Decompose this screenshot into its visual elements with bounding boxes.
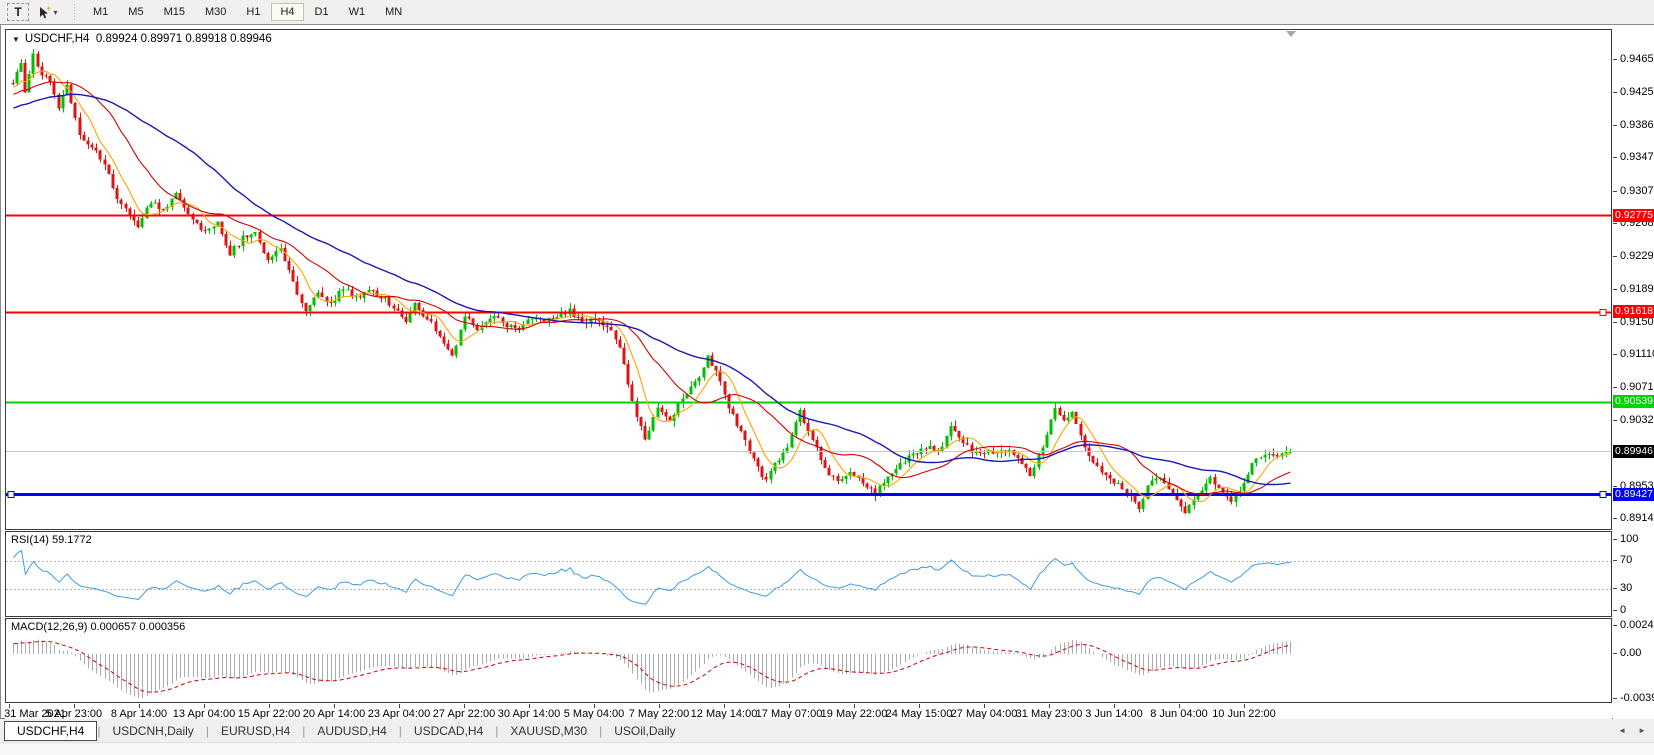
price-axis-tick — [1613, 322, 1617, 323]
text-tool-button[interactable]: T — [7, 3, 29, 21]
level-price-badge: 0.90539 — [1613, 395, 1654, 408]
price-axis-label: 0.91890 — [1620, 283, 1654, 295]
timeframe-button-m15[interactable]: M15 — [155, 3, 194, 21]
tab-scroll-left-icon[interactable]: ◄ — [1618, 726, 1626, 735]
chart-tab-eurusd[interactable]: EURUSD,H4 — [209, 721, 302, 741]
price-axis-label: 0.94650 — [1620, 53, 1654, 65]
price-axis-tick — [1613, 59, 1617, 60]
price-axis[interactable]: 0.946500.942500.938600.934700.930700.926… — [1613, 25, 1654, 720]
status-strip — [0, 742, 1654, 755]
chart-title-text: USDCHF,H4 0.89924 0.89971 0.89918 0.8994… — [24, 33, 272, 45]
price-axis-label: 0.90320 — [1620, 414, 1654, 426]
timeframe-button-h1[interactable]: H1 — [237, 3, 269, 21]
price-axis-label: 0.93070 — [1620, 185, 1654, 197]
macd-axis-tick — [1613, 653, 1617, 654]
price-axis-tick — [1613, 420, 1617, 421]
current-price-badge: 0.89946 — [1613, 445, 1654, 458]
price-axis-label: 0.93470 — [1620, 151, 1654, 163]
price-axis-tick — [1613, 125, 1617, 126]
macd-axis-label: 0.002465 — [1620, 619, 1654, 631]
price-axis-tick — [1613, 518, 1617, 519]
price-axis-tick — [1613, 289, 1617, 290]
tab-scroll-controls: ◄ ► — [1618, 719, 1646, 742]
level-price-badge: 0.91618 — [1613, 305, 1654, 318]
rsi-axis-tick — [1613, 539, 1617, 540]
price-axis-tick — [1613, 223, 1617, 224]
rsi-axis-tick — [1613, 588, 1617, 589]
timeframe-button-h4[interactable]: H4 — [271, 3, 304, 21]
rsi-axis-tick — [1613, 560, 1617, 561]
toolbar-grip — [71, 4, 78, 20]
price-axis-label: 0.91110 — [1620, 348, 1654, 360]
timeframe-button-d1[interactable]: D1 — [306, 3, 338, 21]
chart-tab-usoil[interactable]: USOil,Daily — [602, 721, 687, 741]
chart-window: ▼ USDCHF,H4 0.89924 0.89971 0.89918 0.899… — [0, 24, 1654, 720]
price-axis-tick — [1613, 157, 1617, 158]
timeframe-button-m5[interactable]: M5 — [119, 3, 152, 21]
rsi-label: RSI(14) 59.1772 — [11, 534, 92, 546]
chart-shift-icon — [1285, 31, 1296, 37]
top-toolbar: T ▾ M1 M5 M15 M30 H1 H4 D1 W1 MN — [0, 0, 1654, 24]
timeframe-button-m30[interactable]: M30 — [196, 3, 235, 21]
chart-title: ▼ USDCHF,H4 0.89924 0.89971 0.89918 0.899… — [12, 33, 272, 45]
timeframe-button-w1[interactable]: W1 — [340, 3, 375, 21]
rsi-indicator-pane[interactable]: RSI(14) 59.1772 — [5, 531, 1612, 617]
chart-tab-xauusd[interactable]: XAUUSD,M30 — [498, 721, 599, 741]
price-axis-label: 0.93860 — [1620, 119, 1654, 131]
rsi-axis-label: 30 — [1620, 582, 1633, 594]
chart-tab-audusd[interactable]: AUDUSD,H4 — [305, 721, 398, 741]
price-axis-label: 0.89140 — [1620, 512, 1654, 524]
timeframe-toolbar: M1 M5 M15 M30 H1 H4 D1 W1 MN — [83, 3, 412, 21]
macd-indicator-pane[interactable]: MACD(12,26,9) 0.000657 0.000356 — [5, 618, 1612, 703]
price-axis-tick — [1613, 486, 1617, 487]
price-axis-label: 0.90710 — [1620, 381, 1654, 393]
price-axis-tick — [1613, 92, 1617, 93]
rsi-axis-label: 100 — [1620, 533, 1639, 545]
cursor-tool-button[interactable]: ▾ — [33, 3, 63, 21]
macd-axis-tick — [1613, 625, 1617, 626]
macd-axis-label: 0.00 — [1620, 647, 1642, 659]
chart-tab-bar: USDCHF,H4 | USDCNH,Daily | EURUSD,H4 | AUDUSD,… — [0, 719, 1654, 742]
macd-axis-tick — [1613, 698, 1617, 699]
macd-axis-label: -0.003939 — [1620, 692, 1654, 704]
timeframe-button-m1[interactable]: M1 — [84, 3, 117, 21]
level-price-badge: 0.89427 — [1613, 488, 1654, 501]
price-axis-tick — [1613, 256, 1617, 257]
price-axis-tick — [1613, 387, 1617, 388]
chart-tabs: USDCHF,H4 | USDCNH,Daily | EURUSD,H4 | AUDUSD,… — [0, 720, 688, 741]
chart-tab-usdcad[interactable]: USDCAD,H4 — [402, 721, 495, 741]
macd-label: MACD(12,26,9) 0.000657 0.000356 — [11, 621, 186, 633]
chart-tab-usdcnh[interactable]: USDCNH,Daily — [100, 721, 205, 741]
tab-scroll-right-icon[interactable]: ► — [1638, 726, 1646, 735]
text-tool-icon: T — [14, 5, 22, 19]
price-axis-label: 0.92290 — [1620, 250, 1654, 262]
time-axis[interactable]: 31 Mar 2021 5 Apr 23:00 8 Apr 14:00 13 Apr … — [4, 704, 1612, 720]
price-axis-tick — [1613, 354, 1617, 355]
timeframe-button-mn[interactable]: MN — [376, 3, 411, 21]
level-price-badge: 0.92775 — [1613, 209, 1654, 222]
chart-tab-usdchf[interactable]: USDCHF,H4 — [4, 720, 98, 741]
dropdown-arrow-icon: ▾ — [53, 7, 58, 17]
rsi-axis-tick — [1613, 610, 1617, 611]
main-chart-area[interactable]: ▼ USDCHF,H4 0.89924 0.89971 0.89918 0.899… — [5, 29, 1612, 530]
collapse-arrow-icon: ▼ — [12, 34, 20, 44]
price-axis-tick — [1613, 191, 1617, 192]
cursor-tool-icon — [40, 5, 52, 18]
rsi-axis-label: 0 — [1620, 604, 1627, 616]
price-axis-label: 0.94250 — [1620, 86, 1654, 98]
rsi-axis-label: 70 — [1620, 554, 1633, 566]
